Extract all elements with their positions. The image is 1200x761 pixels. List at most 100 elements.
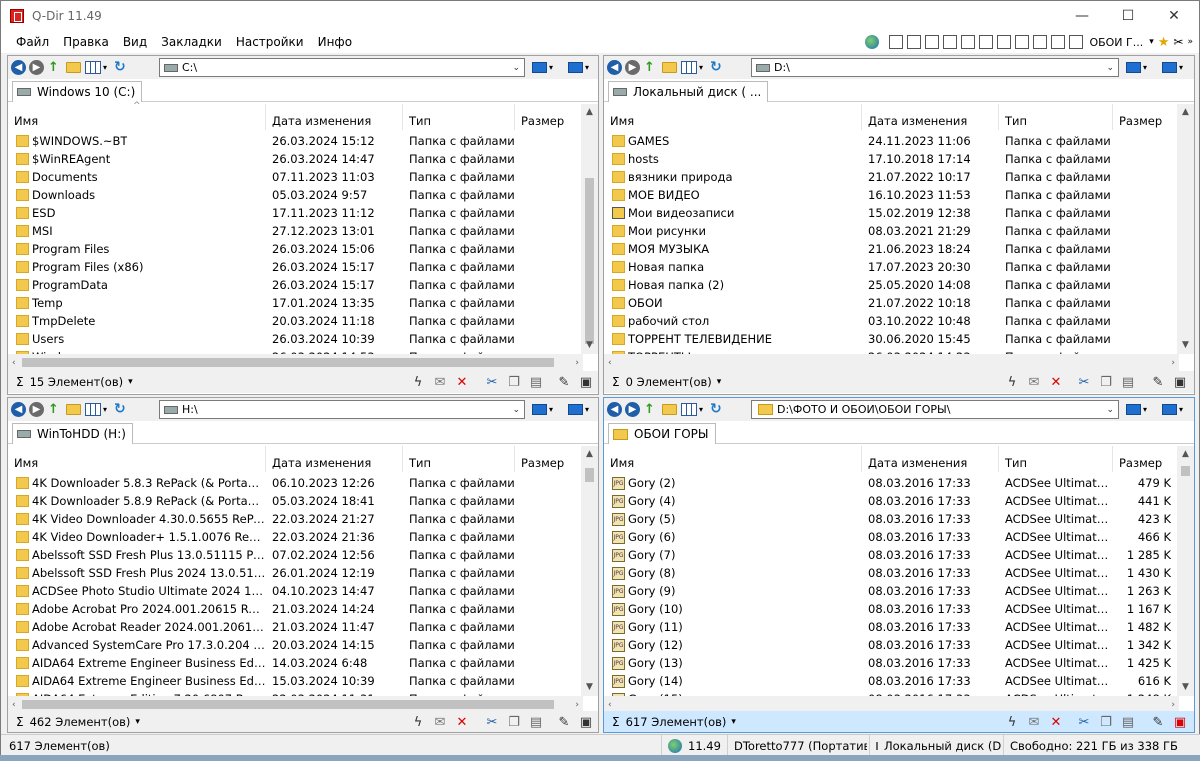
col-size[interactable]: Размер <box>515 446 583 472</box>
table-row[interactable]: JPG Gory (7) 08.03.2016 17:33 ACDSee Ultima… <box>604 546 1179 564</box>
menu-settings[interactable]: Настройки <box>229 31 311 53</box>
lightning-icon[interactable]: ϟ <box>1004 374 1020 390</box>
paste-icon[interactable]: ▤ <box>1120 714 1136 730</box>
mail-icon[interactable]: ✉ <box>432 374 448 390</box>
forward-icon[interactable]: ▶ <box>625 402 640 417</box>
table-row[interactable]: рабочий стол 03.10.2022 10:48 Папка с файл… <box>604 312 1179 330</box>
mail-icon[interactable]: ✉ <box>1026 374 1042 390</box>
layout-7-icon[interactable] <box>997 35 1012 49</box>
table-row[interactable]: JPG Gory (5) 08.03.2016 17:33 ACDSee Ultima… <box>604 510 1179 528</box>
col-type[interactable]: Тип <box>403 446 515 472</box>
table-row[interactable]: Program Files 26.03.2024 15:06 Папка с фай… <box>8 240 583 258</box>
menu-file[interactable]: Файл <box>9 31 56 53</box>
menu-view[interactable]: Вид <box>116 31 154 53</box>
table-row[interactable]: TmpDelete 20.03.2024 11:18 Папка с файлами <box>8 312 583 330</box>
view-mode-icon[interactable] <box>85 403 101 416</box>
table-row[interactable]: JPG Gory (11) 08.03.2016 17:33 ACDSee Ultim… <box>604 618 1179 636</box>
vertical-scrollbar[interactable]: ▲ ▼ <box>581 104 598 354</box>
layout-3-icon[interactable] <box>925 35 940 49</box>
col-type[interactable]: Тип <box>999 104 1113 130</box>
vertical-scrollbar[interactable]: ▲ ▼ <box>1177 446 1194 696</box>
table-row[interactable]: 4K Video Downloader+ 1.5.1.0076 RePack (… <box>8 528 583 546</box>
chevron-down-icon[interactable]: ▾ <box>128 377 133 387</box>
close-button[interactable]: ✕ <box>1151 1 1197 31</box>
table-row[interactable]: JPG Gory (2) 08.03.2016 17:33 ACDSee Ultima… <box>604 474 1179 492</box>
item-count[interactable]: 617 Элемент(ов) <box>626 715 727 729</box>
table-row[interactable]: MSI 27.12.2023 13:01 Папка с файлами <box>8 222 583 240</box>
col-type[interactable]: Тип <box>403 104 515 130</box>
col-name[interactable]: Имя <box>604 446 862 472</box>
address-bar[interactable]: H:\ ⌄ <box>159 400 525 419</box>
up-folder-icon[interactable]: ↑ <box>644 60 658 75</box>
tab-drive-c[interactable]: Windows 10 (C:) <box>12 81 143 102</box>
address-bar[interactable]: D:\ФОТО И ОБОИ\ОБОИ ГОРЫ\ ⌄ <box>751 400 1119 419</box>
table-row[interactable]: Новая папка (2) 25.05.2020 14:08 Папка с ф… <box>604 276 1179 294</box>
chevron-down-icon[interactable]: ⌄ <box>512 63 520 73</box>
refresh-icon[interactable]: ↻ <box>114 60 129 75</box>
col-type[interactable]: Тип <box>999 446 1113 472</box>
table-row[interactable]: JPG Gory (8) 08.03.2016 17:33 ACDSee Ultima… <box>604 564 1179 582</box>
table-row[interactable]: Новая папка 17.07.2023 20:30 Папка с файла… <box>604 258 1179 276</box>
vertical-scrollbar[interactable]: ▲ ▼ <box>1177 104 1194 354</box>
status-version[interactable]: 11.49 <box>661 735 725 757</box>
forward-icon[interactable]: ▶ <box>625 60 640 75</box>
new-folder-icon[interactable] <box>662 62 677 73</box>
table-row[interactable]: 4K Downloader 5.8.9 RePack (& Portable) … <box>8 492 583 510</box>
minimize-button[interactable]: — <box>1059 1 1105 31</box>
table-row[interactable]: Temp 17.01.2024 13:35 Папка с файлами <box>8 294 583 312</box>
new-folder-icon[interactable] <box>662 404 677 415</box>
monitor-2-icon[interactable]: ▾ <box>1162 402 1184 417</box>
cut-icon[interactable]: ✂ <box>1076 714 1092 730</box>
copy-icon[interactable]: ❐ <box>506 714 522 730</box>
menu-info[interactable]: Инфо <box>311 31 359 53</box>
forward-icon[interactable]: ▶ <box>29 60 44 75</box>
menu-edit[interactable]: Правка <box>56 31 116 53</box>
cut-icon[interactable]: ✂ <box>484 714 500 730</box>
chevron-down-icon[interactable]: ▾ <box>731 717 736 727</box>
delete-icon[interactable]: ✕ <box>1048 714 1064 730</box>
address-bar[interactable]: C:\ ⌄ <box>159 58 525 77</box>
forward-icon[interactable]: ▶ <box>29 402 44 417</box>
monitor-2-icon[interactable]: ▾ <box>1162 60 1184 75</box>
monitor-icon[interactable]: ▾ <box>532 402 554 417</box>
col-date[interactable]: Дата изменения <box>862 446 999 472</box>
layout-6-icon[interactable] <box>979 35 994 49</box>
refresh-icon[interactable]: ↻ <box>710 60 725 75</box>
paste-icon[interactable]: ▤ <box>1120 374 1136 390</box>
maximize-button[interactable]: ☐ <box>1105 1 1151 31</box>
col-date[interactable]: Дата изменения <box>266 446 403 472</box>
menu-bookmarks[interactable]: Закладки <box>154 31 229 53</box>
col-size[interactable]: Размер <box>1113 104 1179 130</box>
table-row[interactable]: Adobe Acrobat Reader 2024.001.20615.0 21.… <box>8 618 583 636</box>
copy-icon[interactable]: ❐ <box>1098 374 1114 390</box>
layout-2-icon[interactable] <box>907 35 922 49</box>
rename-icon[interactable]: ✎ <box>556 714 572 730</box>
col-size[interactable]: Размер <box>1113 446 1179 472</box>
layout-8-icon[interactable] <box>1015 35 1030 49</box>
table-row[interactable]: Abelssoft SSD Fresh Plus 2024 13.0.51115… <box>8 564 583 582</box>
table-row[interactable]: ACDSee Photo Studio Ultimate 2024 17.0.1… <box>8 582 583 600</box>
monitor-2-icon[interactable]: ▾ <box>568 60 590 75</box>
table-row[interactable]: Мои видеозаписи 15.02.2019 12:38 Папка с ф… <box>604 204 1179 222</box>
overflow-icon[interactable]: » <box>1187 37 1193 47</box>
refresh-icon[interactable]: ↻ <box>710 402 725 417</box>
monitor-icon[interactable]: ▾ <box>532 60 554 75</box>
globe-icon[interactable] <box>865 35 880 49</box>
chevron-down-icon[interactable]: ⌄ <box>1106 405 1114 415</box>
table-row[interactable]: JPG Gory (4) 08.03.2016 17:33 ACDSee Ultima… <box>604 492 1179 510</box>
tab-oboi-gory[interactable]: ОБОИ ГОРЫ <box>608 423 716 444</box>
table-row[interactable]: Users 26.03.2024 10:39 Папка с файлами <box>8 330 583 348</box>
table-row[interactable]: ESD 17.11.2023 11:12 Папка с файлами <box>8 204 583 222</box>
table-row[interactable]: JPG Gory (9) 08.03.2016 17:33 ACDSee Ultima… <box>604 582 1179 600</box>
monitor-icon[interactable]: ▾ <box>1126 60 1148 75</box>
chevron-down-icon[interactable]: ▾ <box>717 377 722 387</box>
horizontal-scrollbar[interactable]: ‹ › <box>604 354 1179 371</box>
back-icon[interactable]: ◀ <box>11 60 26 75</box>
layout-1-icon[interactable] <box>889 35 904 49</box>
layout-11-icon[interactable] <box>1069 35 1084 49</box>
chevron-down-icon[interactable]: ▾ <box>135 717 140 727</box>
col-size[interactable]: Размер <box>515 104 583 130</box>
table-row[interactable]: JPG Gory (12) 08.03.2016 17:33 ACDSee Ultim… <box>604 636 1179 654</box>
chevron-down-icon[interactable]: ▾ <box>103 405 107 414</box>
new-folder-icon[interactable] <box>66 62 81 73</box>
